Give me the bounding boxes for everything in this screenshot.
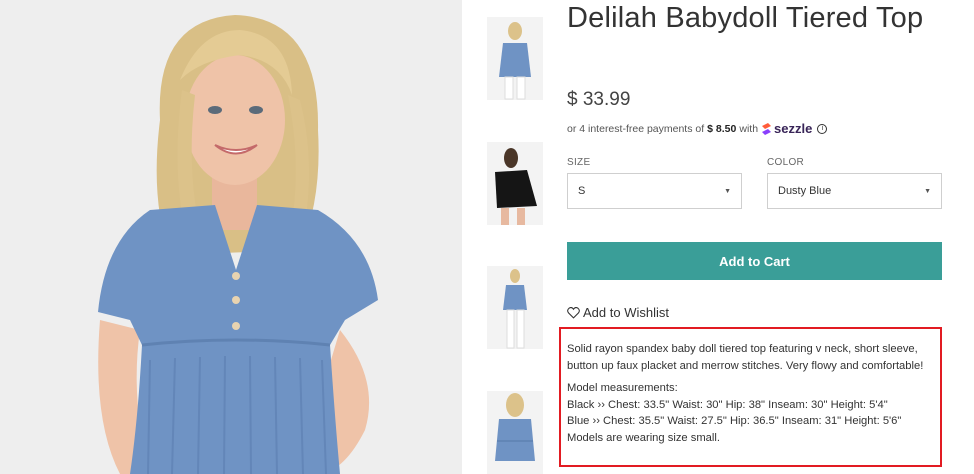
sezzle-icon [762, 122, 772, 135]
chevron-down-icon: ▼ [724, 187, 731, 195]
measurements-title: Model measurements: [567, 382, 678, 394]
wishlist-label: Add to Wishlist [583, 305, 669, 320]
size-label: SIZE [567, 157, 591, 168]
heart-icon [567, 306, 580, 319]
color-select[interactable]: Dusty Blue ▼ [767, 173, 942, 209]
description-summary: Solid rayon spandex baby doll tiered top… [567, 343, 924, 372]
thumbnail-black[interactable] [487, 142, 543, 225]
size-select[interactable]: S ▼ [567, 173, 742, 209]
color-label: COLOR [767, 157, 805, 168]
add-to-wishlist-link[interactable]: Add to Wishlist [567, 305, 669, 320]
installment-amount: $ 8.50 [707, 122, 737, 135]
installment-info: or 4 interest-free payments of $ 8.50 wi… [567, 121, 828, 136]
thumbnail-blue-full[interactable] [487, 266, 543, 349]
product-title: Delilah Babydoll Tiered Top [567, 2, 924, 34]
measurements-blue: Blue ›› Chest: 35.5" Waist: 27.5" Hip: 3… [567, 415, 902, 427]
chevron-down-icon: ▼ [924, 187, 931, 195]
sezzle-name: sezzle [774, 121, 813, 136]
product-description: Solid rayon spandex baby doll tiered top… [559, 327, 942, 467]
main-product-image[interactable] [0, 0, 462, 474]
model-size-note: Models are wearing size small. [567, 431, 720, 444]
sezzle-logo[interactable]: sezzle [761, 121, 812, 136]
installment-prefix: or 4 interest-free payments of [567, 122, 705, 135]
add-to-cart-button[interactable]: Add to Cart [567, 242, 942, 280]
color-select-value: Dusty Blue [778, 185, 832, 197]
measurements-black: Black ›› Chest: 33.5" Waist: 30" Hip: 38… [567, 398, 888, 411]
installment-with: with [739, 122, 759, 135]
size-select-value: S [578, 185, 586, 197]
info-icon[interactable]: i [817, 123, 828, 134]
product-price: $ 33.99 [567, 89, 631, 110]
thumbnail-blue-back[interactable] [487, 391, 543, 474]
thumbnail-blue-front[interactable] [487, 17, 543, 100]
